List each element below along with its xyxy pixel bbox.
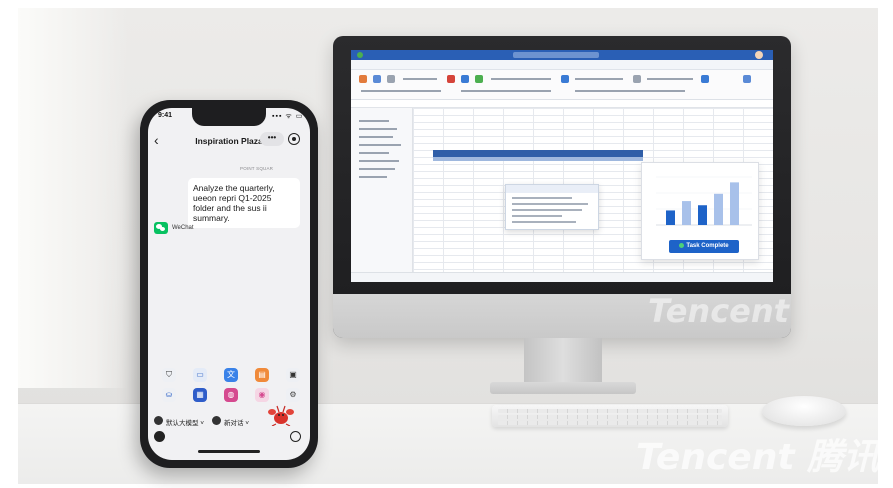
spreadsheet-statusbar: [351, 272, 773, 282]
avatar: [755, 51, 763, 59]
chat-timestamp: POINT SQUAR: [240, 166, 274, 171]
monitor-screen: Task Complete: [351, 50, 773, 282]
bag-icon[interactable]: ⛉: [162, 368, 176, 382]
table-subheader-row: [433, 157, 643, 161]
mouse: [762, 396, 846, 426]
chart-bar: [714, 193, 723, 225]
bag2-icon[interactable]: ⛀: [162, 388, 176, 402]
model-icon: [154, 416, 163, 425]
chart-bar: [666, 210, 675, 225]
chart-icon[interactable]: ▤: [255, 368, 269, 382]
chart-bar: [698, 205, 707, 225]
spreadsheet-titlebar: [351, 50, 773, 60]
close-target-icon[interactable]: [288, 133, 300, 145]
chart-bar: [730, 182, 739, 225]
search-bar: [513, 52, 599, 58]
watermark-monitor: Tencent: [648, 292, 789, 330]
check-icon: [679, 242, 685, 248]
wechat-icon: [154, 222, 168, 234]
translate-icon[interactable]: 文: [224, 368, 238, 382]
app-shortcuts-row-1: ⛉ ▭ 文 ▤ ▣: [162, 368, 300, 384]
home-indicator: [198, 450, 260, 453]
more-button[interactable]: •••: [260, 132, 284, 146]
ai-assistant-panel: [505, 184, 599, 230]
monitor-stand-base: [490, 382, 636, 394]
sender-label: WeChat: [172, 225, 194, 231]
gear-icon[interactable]: ⚙: [286, 388, 300, 402]
task-complete-label: Task Complete: [686, 243, 729, 249]
table-header-row: [433, 150, 643, 157]
watermark-desk: Tencent 腾讯: [636, 437, 880, 478]
spreadsheet-ribbon: [351, 70, 773, 100]
lobster-mascot-icon: [268, 405, 294, 426]
spreadsheet-sidebar: [351, 108, 413, 272]
message-bubble: Analyze the quarterly, ueeon repri Q1-20…: [188, 178, 300, 228]
page-title: Inspiration Plaza: [195, 136, 263, 146]
status-time: 9:41: [158, 112, 173, 119]
spreadsheet-menu: [351, 60, 773, 73]
monitor-stand: [524, 338, 602, 386]
add-icon[interactable]: [290, 431, 301, 442]
app-logo-icon: [357, 52, 363, 58]
formula-bar: [351, 100, 773, 108]
bar-chart: [656, 176, 752, 226]
input-bar[interactable]: [152, 430, 306, 444]
calendar-icon[interactable]: ▦: [193, 388, 207, 402]
app-shortcuts-row-2: ⛀ ▦ ◍ ◉ ⚙: [162, 388, 300, 404]
new-chat-selector[interactable]: 新对话 ˅: [224, 417, 249, 427]
task-complete-button[interactable]: Task Complete: [669, 240, 739, 253]
voice-icon[interactable]: [154, 431, 165, 442]
status-icons: ▪▪▪ ᯤ ▭: [272, 113, 304, 120]
model-selector[interactable]: 默认大模型 ˅: [166, 417, 204, 427]
keyboard: [492, 405, 728, 427]
photo-icon[interactable]: ◉: [255, 388, 269, 402]
window-icon[interactable]: ▭: [193, 368, 207, 382]
window-light: [18, 8, 128, 388]
pin-icon[interactable]: ◍: [224, 388, 238, 402]
chart-bar: [682, 201, 691, 225]
chat-icon: [212, 416, 221, 425]
doc-icon[interactable]: ▣: [286, 368, 300, 382]
phone-notch: [192, 108, 266, 126]
phone-screen: 9:41 ▪▪▪ ᯤ ▭ ‹ Inspiration Plaza ••• POI…: [148, 108, 310, 460]
